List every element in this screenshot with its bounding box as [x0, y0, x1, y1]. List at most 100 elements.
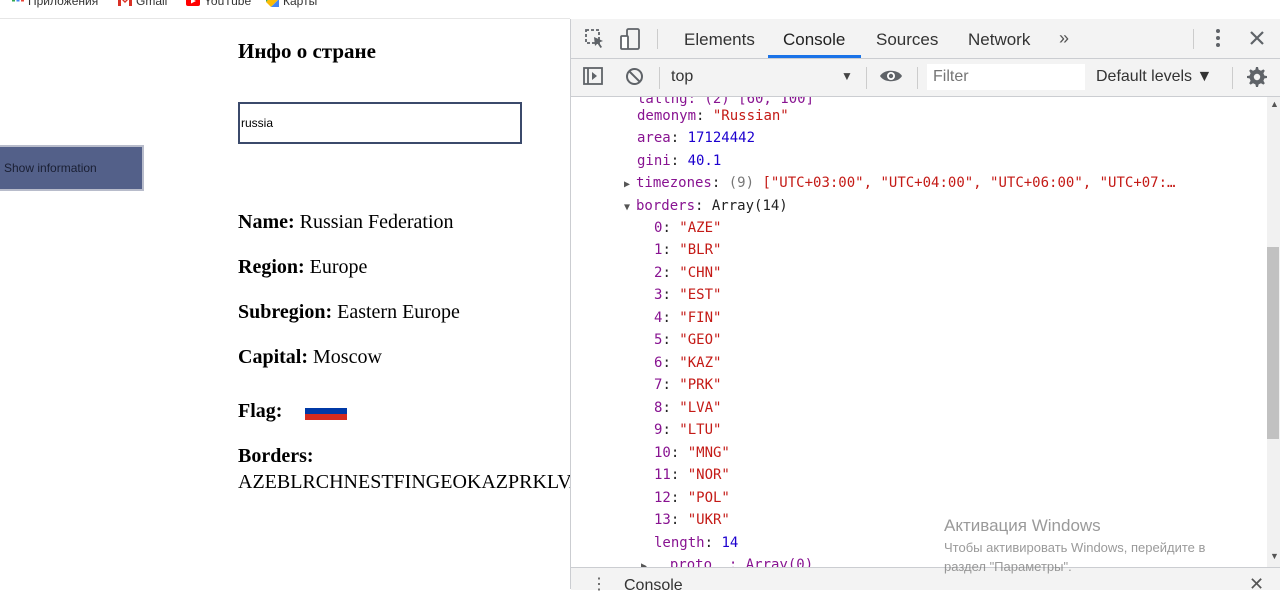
borders-value: AZEBLRCHNESTFINGEOKAZPRKLVALTUMNGNORPOLU…: [238, 471, 570, 493]
entry-index: 10: [654, 445, 671, 461]
console-line-gini: gini: 40.1: [637, 153, 722, 169]
watermark-title: Активация Windows: [944, 516, 1101, 535]
flag-row: Flag:: [238, 400, 282, 423]
entry-value: "PRK": [679, 377, 722, 393]
capital-label: Capital:: [238, 346, 308, 368]
name-label: Name:: [238, 211, 295, 233]
toolbar-divider: [917, 67, 918, 89]
console-settings-gear-icon[interactable]: [1247, 67, 1267, 92]
entry-value: "KAZ": [679, 355, 722, 371]
console-line-borders[interactable]: ▼ borders: Array(14): [624, 197, 788, 217]
drawer-close-icon[interactable]: ✕: [1249, 574, 1264, 595]
property-value: 40.1: [687, 153, 722, 169]
subregion-label: Subregion:: [238, 301, 333, 323]
maps-icon: [266, 0, 279, 10]
show-information-button[interactable]: Show information: [0, 145, 144, 191]
tab-elements[interactable]: Elements: [684, 30, 755, 50]
context-select[interactable]: top: [671, 68, 856, 86]
latlng-line: latlng: (2) [60, 100]: [637, 97, 815, 107]
border-entry: 8: "LVA": [654, 400, 722, 416]
entry-index: 11: [654, 467, 671, 483]
property-key: length: [654, 535, 705, 551]
tab-network[interactable]: Network: [968, 30, 1030, 50]
scroll-up-arrow-icon[interactable]: ▲: [1270, 99, 1279, 109]
country-input[interactable]: [238, 102, 522, 144]
close-devtools-icon[interactable]: [1249, 30, 1265, 51]
proto-line: __proto__: Array(0): [653, 557, 814, 567]
tab-console[interactable]: Console: [783, 30, 845, 50]
entry-index: 12: [654, 490, 671, 506]
array-type: Array(14): [711, 198, 788, 214]
devtools-tab-bar: Elements Console Sources Network »: [571, 19, 1280, 59]
console-toolbar: top ▼ Default levels ▼: [571, 59, 1280, 97]
flag-label: Flag:: [238, 400, 283, 422]
entry-value: "AZE": [679, 220, 722, 236]
region-value: Europe: [309, 256, 368, 278]
console-line-proto[interactable]: ▶ __proto__: Array(0): [641, 556, 813, 567]
border-entry: 10: "MNG": [654, 445, 730, 461]
collapse-triangle-icon[interactable]: ▼: [624, 199, 636, 217]
more-tabs-button[interactable]: »: [1059, 28, 1069, 49]
border-entry: 0: "AZE": [654, 220, 722, 236]
scroll-down-arrow-icon[interactable]: ▼: [1270, 551, 1279, 561]
console-line-timezones[interactable]: ▶ timezones: (9) ["UTC+03:00", "UTC+04:00…: [624, 174, 1175, 194]
console-filter-input[interactable]: [927, 64, 1085, 90]
context-dropdown-icon[interactable]: ▼: [841, 69, 853, 83]
entry-value: "MNG": [687, 445, 730, 461]
tab-sources[interactable]: Sources: [876, 30, 938, 50]
border-entry: 13: "UKR": [654, 512, 730, 528]
scrollbar-thumb[interactable]: [1267, 247, 1279, 439]
bookmarks-bar: Приложения Gmail YouTube Карты: [0, 0, 570, 19]
gmail-icon: [118, 0, 132, 9]
border-entry: 12: "POL": [654, 490, 730, 506]
flag-stripe-red: [305, 414, 347, 420]
flag-image: [305, 402, 347, 420]
console-line-area: area: 17124442: [637, 130, 756, 146]
border-entry: 7: "PRK": [654, 377, 722, 393]
clear-console-icon[interactable]: [625, 67, 644, 91]
active-tab-indicator: [768, 55, 861, 58]
bookmark-youtube[interactable]: YouTube: [186, 0, 251, 9]
bookmark-maps[interactable]: Карты: [266, 0, 317, 10]
live-expression-eye-icon[interactable]: [879, 68, 903, 89]
property-value: 14: [721, 535, 739, 551]
device-toolbar-icon[interactable]: [620, 28, 642, 55]
kebab-menu-icon[interactable]: [1215, 28, 1221, 53]
property-key: area: [637, 130, 671, 146]
bookmark-label: YouTube: [204, 0, 252, 8]
border-entry: 3: "EST": [654, 287, 722, 303]
toolbar-divider: [866, 67, 867, 89]
toolbar-divider: [1193, 29, 1194, 49]
apps-grid-icon: [12, 0, 24, 9]
entry-value: "CHN": [679, 265, 722, 281]
drawer-menu-icon[interactable]: ⋮: [591, 574, 607, 594]
capital-value: Moscow: [313, 346, 382, 368]
property-key: demonym: [637, 108, 697, 124]
property-key: timezones: [636, 175, 712, 191]
property-key: borders: [636, 198, 696, 214]
entry-value: "NOR": [687, 467, 730, 483]
bookmark-gmail[interactable]: Gmail: [118, 0, 167, 9]
bookmark-label: Карты: [283, 0, 318, 9]
bookmark-apps[interactable]: Приложения: [12, 0, 98, 9]
entry-value: "LVA": [679, 400, 722, 416]
show-sidebar-icon[interactable]: [583, 67, 603, 90]
border-entry: 4: "FIN": [654, 310, 722, 326]
border-entry: 1: "BLR": [654, 242, 722, 258]
borders-row: Borders:: [238, 445, 314, 468]
border-entry: 6: "KAZ": [654, 355, 722, 371]
watermark-subtitle: Чтобы активировать Windows, перейдите в …: [944, 540, 1206, 574]
expand-triangle-icon[interactable]: ▶: [641, 558, 653, 567]
default-levels-dropdown[interactable]: Default levels ▼: [1096, 68, 1212, 86]
subregion-row: Subregion: Eastern Europe: [238, 301, 460, 324]
border-entry: 11: "NOR": [654, 467, 730, 483]
inspect-element-icon[interactable]: [585, 29, 605, 54]
property-value: 17124442: [687, 130, 756, 146]
border-entry: 5: "GEO": [654, 332, 722, 348]
borders-label: Borders:: [238, 445, 314, 467]
youtube-icon: [186, 0, 200, 9]
entry-value: "GEO": [679, 332, 722, 348]
expand-triangle-icon[interactable]: ▶: [624, 176, 636, 194]
capital-row: Capital: Moscow: [238, 346, 382, 369]
drawer-tab-console[interactable]: Console: [624, 577, 683, 595]
